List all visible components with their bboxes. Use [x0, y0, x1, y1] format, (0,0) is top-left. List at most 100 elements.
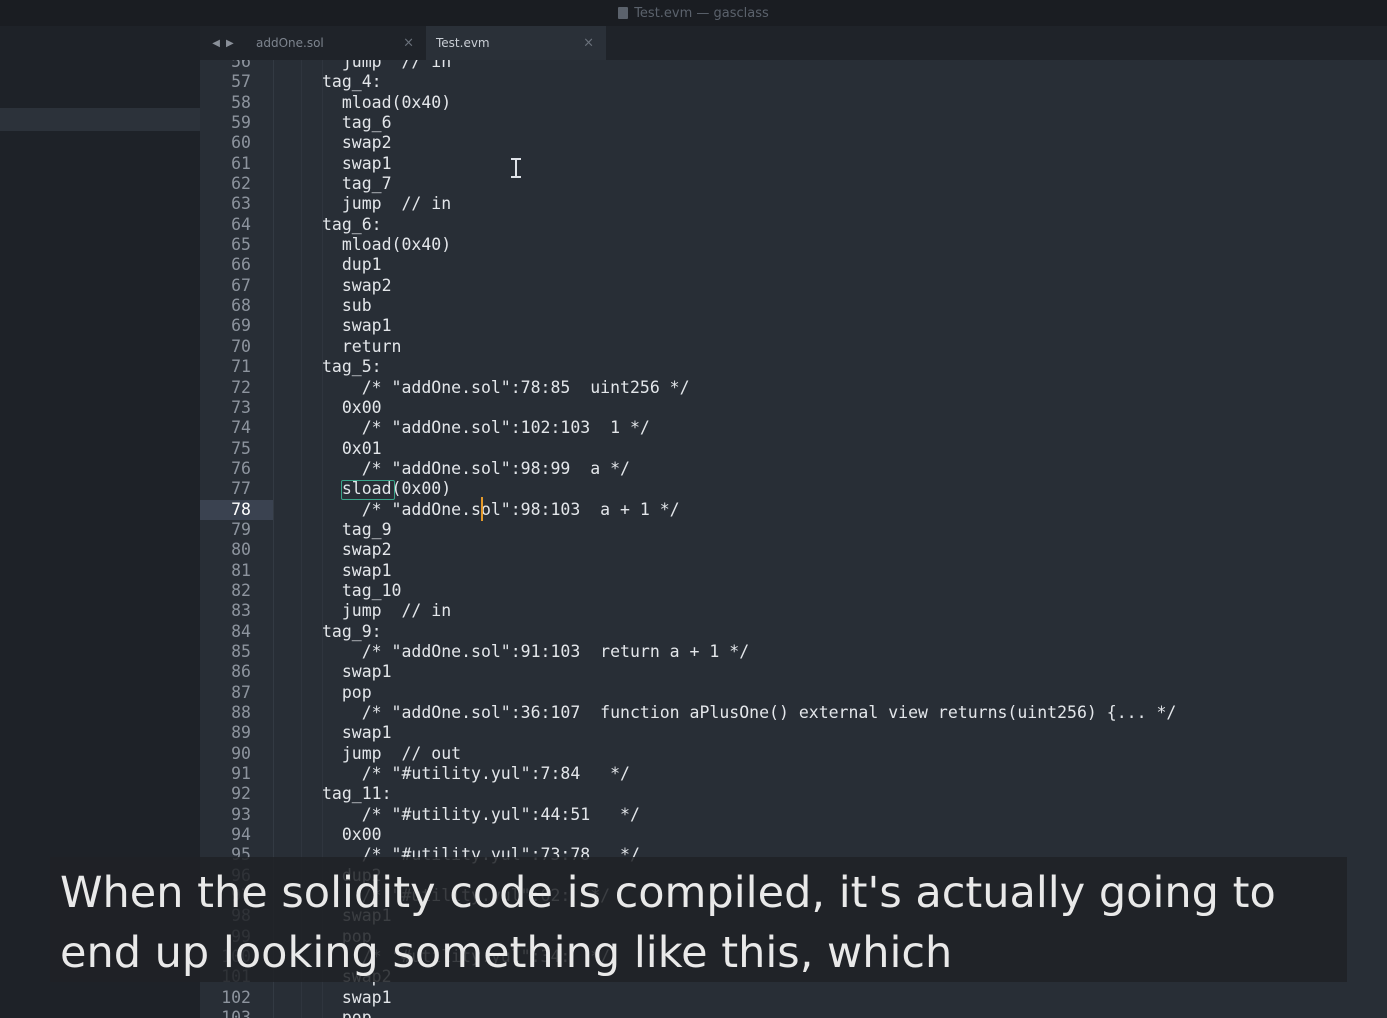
line-number: 88 [231, 703, 251, 722]
line-number: 61 [231, 153, 251, 173]
code-text: swap1 [322, 987, 392, 1007]
forward-arrow-icon[interactable]: ▶ [226, 38, 234, 49]
line-number: 66 [231, 255, 251, 275]
code-line[interactable]: 93 /* "#utility.yul":44:51 */ [200, 805, 1387, 825]
line-number: 72 [231, 377, 251, 397]
code-line[interactable]: 68 sub [200, 296, 1387, 316]
line-number: 77 [231, 479, 251, 499]
code-text: 0x00 [322, 825, 382, 845]
line-number: 80 [231, 540, 251, 560]
code-line[interactable]: 79 tag_9 [200, 520, 1387, 540]
code-line[interactable]: 65 mload(0x40) [200, 235, 1387, 255]
code-line[interactable]: 70 return [200, 337, 1387, 357]
line-number: 90 [231, 743, 251, 763]
code-line[interactable]: 81 swap1 [200, 561, 1387, 581]
tab-label: Test.evm [436, 36, 490, 50]
line-number: 73 [231, 397, 251, 417]
code-line[interactable]: 84 tag_9: [200, 622, 1387, 642]
line-number: 81 [231, 560, 251, 580]
code-line[interactable]: 64 tag_6: [200, 215, 1387, 235]
code-text: swap2 [322, 540, 392, 560]
code-line[interactable]: 94 0x00 [200, 825, 1387, 845]
code-line[interactable]: 75 0x01 [200, 439, 1387, 459]
code-line[interactable]: 88 /* "addOne.sol":36:107 function aPlus… [200, 703, 1387, 723]
window-title: Test.evm — gasclass [634, 5, 769, 21]
code-text: tag_6: [322, 214, 382, 234]
code-text: /* "addOne.sol":98:99 a */ [322, 458, 630, 478]
code-text: swap1 [322, 723, 392, 743]
line-number: 74 [231, 418, 251, 438]
code-line[interactable]: 71 tag_5: [200, 357, 1387, 377]
code-line[interactable]: 62 tag_7 [200, 174, 1387, 194]
sidebar-selected-item[interactable] [0, 108, 200, 131]
line-number: 65 [231, 235, 251, 255]
line-number: 60 [231, 133, 251, 153]
line-number: 83 [231, 601, 251, 621]
code-line[interactable]: 87 pop [200, 683, 1387, 703]
line-number: 69 [231, 316, 251, 336]
code-text: 0x01 [322, 438, 382, 458]
code-text: jump // in [322, 601, 452, 621]
code-line[interactable]: 61 swap1 [200, 154, 1387, 174]
code-line[interactable]: 103 pop [200, 1008, 1387, 1018]
code-line[interactable]: 58 mload(0x40) [200, 93, 1387, 113]
ibeam-cursor-icon [511, 158, 521, 178]
line-number: 87 [231, 682, 251, 702]
code-line[interactable]: 85 /* "addOne.sol":91:103 return a + 1 *… [200, 642, 1387, 662]
code-line[interactable]: 73 0x00 [200, 398, 1387, 418]
line-number: 82 [231, 580, 251, 600]
window-titlebar: Test.evm — gasclass [0, 0, 1387, 26]
code-line[interactable]: 63 jump // in [200, 194, 1387, 214]
line-number: 85 [231, 641, 251, 661]
code-line[interactable]: 59 tag_6 [200, 113, 1387, 133]
line-number: 59 [231, 113, 251, 133]
code-line[interactable]: 90 jump // out [200, 744, 1387, 764]
code-text: /* "addOne.sol":36:107 function aPlusOne… [322, 703, 1177, 722]
code-line[interactable]: 67 swap2 [200, 276, 1387, 296]
tab-test-evm[interactable]: Test.evm × [426, 26, 606, 60]
code-line[interactable]: 66 dup1 [200, 255, 1387, 275]
code-text: pop [322, 1008, 372, 1018]
line-number: 64 [231, 214, 251, 234]
line-number: 58 [231, 92, 251, 112]
line-number: 63 [231, 194, 251, 214]
code-text: mload(0x40) [322, 235, 452, 255]
close-icon[interactable]: × [403, 36, 414, 51]
code-line[interactable]: 82 tag_10 [200, 581, 1387, 601]
code-line[interactable]: 74 /* "addOne.sol":102:103 1 */ [200, 418, 1387, 438]
code-line[interactable]: 89 swap1 [200, 723, 1387, 743]
line-number: 71 [231, 357, 251, 377]
code-text: /* "addOne.sol":102:103 1 */ [322, 418, 650, 438]
code-text: /* "addOne.sol":98:103 a + 1 */ [322, 499, 680, 519]
code-line[interactable]: 92 tag_11: [200, 784, 1387, 804]
line-number: 76 [231, 458, 251, 478]
code-line[interactable]: 76 /* "addOne.sol":98:99 a */ [200, 459, 1387, 479]
code-line[interactable]: 86 swap1 [200, 662, 1387, 682]
code-text: /* "addOne.sol":78:85 uint256 */ [322, 377, 690, 397]
code-line[interactable]: 80 swap2 [200, 540, 1387, 560]
line-number: 56 [231, 60, 251, 71]
tab-addone-sol[interactable]: addOne.sol × [246, 26, 426, 60]
code-line[interactable]: 69 swap1 [200, 316, 1387, 336]
line-number: 92 [231, 784, 251, 804]
text-cursor [481, 497, 483, 521]
code-text: dup1 [322, 255, 382, 275]
code-text: jump // in [322, 194, 452, 214]
code-text: /* "#utility.yul":7:84 */ [322, 764, 630, 784]
back-arrow-icon[interactable]: ◀ [212, 38, 220, 49]
close-icon[interactable]: × [583, 36, 594, 51]
code-line[interactable]: 78 /* "addOne.sol":98:103 a + 1 */ [200, 499, 1387, 520]
code-line[interactable]: 102 swap1 [200, 988, 1387, 1008]
code-line[interactable]: 60 swap2 [200, 133, 1387, 153]
code-text: 0x00 [322, 397, 382, 417]
code-line[interactable]: 91 /* "#utility.yul":7:84 */ [200, 764, 1387, 784]
code-line[interactable]: 57 tag_4: [200, 72, 1387, 92]
caption-text: When the solidity code is compiled, it's… [60, 868, 1276, 978]
bracket-match-highlight [341, 480, 395, 500]
code-line[interactable]: 72 /* "addOne.sol":78:85 uint256 */ [200, 378, 1387, 398]
line-number: 79 [231, 519, 251, 539]
code-text: tag_10 [322, 580, 402, 600]
code-line[interactable]: 56 jump // in [200, 60, 1387, 72]
code-line[interactable]: 83 jump // in [200, 601, 1387, 621]
code-text: sub [322, 296, 372, 316]
